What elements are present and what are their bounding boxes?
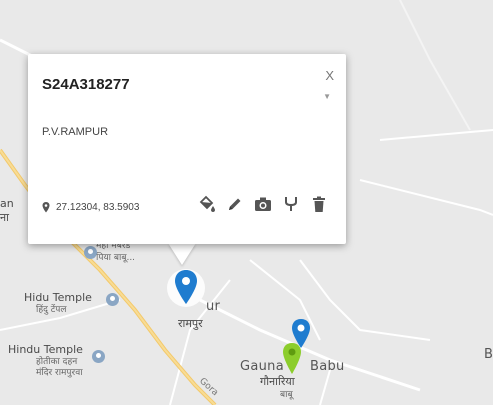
popup-coordinates: 27.12304, 83.5903	[42, 202, 139, 213]
map-label-gauna-hi2: बाबू	[280, 390, 293, 400]
paint-bucket-icon	[199, 195, 215, 212]
map-label-hidu-temple: Hidu Temple	[24, 291, 92, 304]
close-button[interactable]: X	[325, 68, 334, 83]
map-label-na: ना	[0, 211, 9, 224]
popup-subtitle: P.V.RAMPUR	[42, 126, 109, 138]
popup-title: S24A318277	[42, 76, 130, 93]
temple-poi-icon[interactable]	[92, 350, 105, 363]
coordinates-text: 27.12304, 83.5903	[56, 202, 140, 213]
map-label-edge: B	[484, 347, 493, 362]
poi-marker[interactable]	[84, 246, 97, 259]
selected-marker[interactable]	[166, 266, 206, 314]
edit-button[interactable]	[226, 194, 244, 214]
popup-actions	[198, 194, 328, 214]
pencil-icon	[229, 198, 241, 210]
map-label-gauna: Gauna	[240, 359, 284, 374]
popup-tail	[168, 243, 196, 265]
map-label-nearby-2: पिया बाबू...	[96, 253, 136, 263]
map-label-gauna-hi: गौनारिया	[260, 375, 295, 388]
map-label-hindu-temple-hi1: होतीका दहन	[36, 357, 78, 367]
info-popup: S24A318277 X ▼ P.V.RAMPUR 27.12304, 83.5…	[28, 54, 346, 244]
paint-bucket-button[interactable]	[198, 194, 216, 214]
delete-button[interactable]	[310, 194, 328, 214]
map-label-an: an	[0, 197, 14, 210]
trash-icon	[313, 196, 325, 212]
fork-button[interactable]	[282, 194, 300, 214]
green-marker[interactable]	[281, 342, 303, 376]
map-label-rampur-en: ur	[206, 299, 221, 314]
map-label-babu: Babu	[310, 359, 345, 374]
camera-button[interactable]	[254, 194, 272, 214]
pin-icon	[42, 202, 50, 213]
camera-icon	[255, 197, 271, 211]
scroll-down-icon[interactable]: ▼	[323, 92, 331, 101]
map-label-hidu-temple-hi: हिंदु टेंपल	[36, 305, 67, 315]
fork-icon	[285, 197, 297, 211]
temple-poi-icon[interactable]	[106, 293, 119, 306]
map-label-rampur-hi: रामपुर	[178, 317, 203, 330]
map-label-hindu-temple: Hindu Temple	[8, 343, 83, 356]
map-label-hindu-temple-hi2: मंदिर रामपुरवा	[36, 368, 83, 378]
